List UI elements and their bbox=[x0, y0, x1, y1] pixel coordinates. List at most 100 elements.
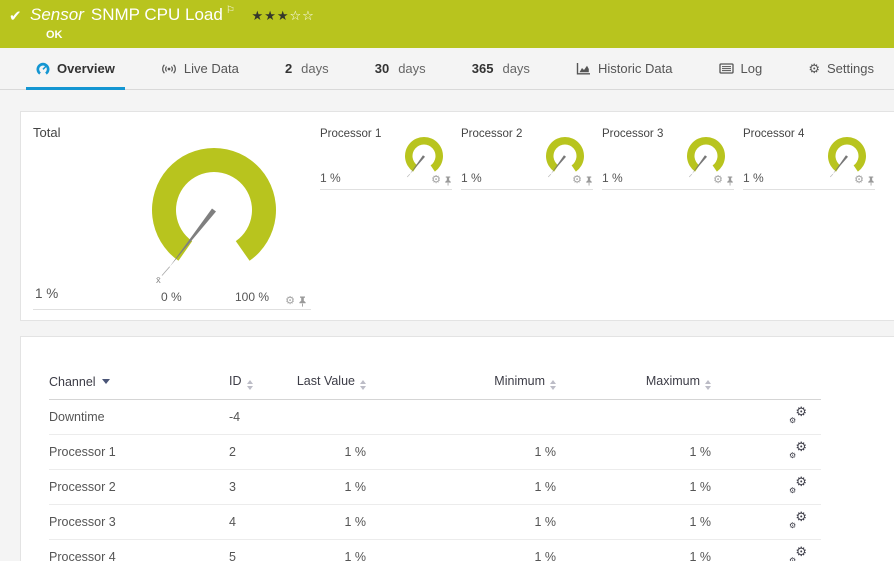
tab-365-days[interactable]: 365 days bbox=[462, 48, 540, 89]
tab-settings[interactable]: ⚙ Settings bbox=[798, 48, 884, 89]
processor-4-gauge bbox=[821, 129, 873, 181]
channel-last-value: 1 % bbox=[291, 435, 366, 470]
channel-maximum: 1 % bbox=[556, 540, 711, 561]
tab-live-data[interactable]: Live Data bbox=[151, 48, 249, 89]
channel-name: Downtime bbox=[49, 400, 229, 435]
gauge-min-label: 0 % bbox=[161, 290, 182, 304]
pin-icon[interactable] bbox=[298, 296, 307, 307]
channel-maximum: 1 % bbox=[556, 505, 711, 540]
gauge-icon bbox=[36, 62, 50, 76]
channel-gear-icon[interactable]: ⚙ bbox=[854, 175, 864, 186]
total-gauge: x̄ bbox=[129, 122, 299, 292]
pin-icon[interactable] bbox=[585, 176, 593, 186]
column-header-maximum[interactable]: Maximum bbox=[556, 369, 711, 400]
channel-maximum: 1 % bbox=[556, 435, 711, 470]
processor-3-value: 1 % bbox=[602, 171, 623, 185]
sensor-header: ✔ SensorSNMP CPU Load⚐ ★★★☆☆ OK bbox=[0, 0, 894, 48]
total-gauge-label: Total bbox=[33, 122, 60, 140]
channel-gear-icon[interactable]: ⚙ bbox=[431, 175, 441, 186]
log-list-icon bbox=[719, 62, 734, 75]
channel-name: Processor 1 bbox=[49, 435, 229, 470]
total-value: 1 % bbox=[35, 286, 58, 301]
channel-gear-icon[interactable]: ⚙ bbox=[713, 175, 723, 186]
gear-icon: ⚙ bbox=[808, 61, 820, 77]
processor-2-label: Processor 2 bbox=[461, 126, 522, 140]
tab-2-days[interactable]: 2 days bbox=[275, 48, 339, 89]
processor-1-gauge-panel: Processor 1 1 % ⚙ bbox=[320, 124, 452, 190]
stars-empty[interactable]: ☆☆ bbox=[290, 8, 315, 23]
table-row: Processor 1 2 1 % 1 % 1 % ⚙⚙ bbox=[49, 435, 821, 470]
channel-maximum bbox=[556, 400, 711, 435]
status-badge: OK bbox=[46, 29, 63, 41]
tab-overview[interactable]: Overview bbox=[26, 48, 125, 89]
channel-gear-icon[interactable]: ⚙ bbox=[285, 296, 295, 307]
channel-settings-icon[interactable]: ⚙⚙ bbox=[789, 512, 807, 529]
sort-desc-icon bbox=[102, 379, 110, 384]
channel-minimum bbox=[366, 400, 556, 435]
processor-4-value: 1 % bbox=[743, 171, 764, 185]
sort-icon bbox=[705, 380, 711, 390]
stars-filled[interactable]: ★★★ bbox=[252, 8, 290, 23]
channel-name: Processor 3 bbox=[49, 505, 229, 540]
column-header-last-value[interactable]: Last Value bbox=[291, 369, 366, 400]
channel-settings-icon[interactable]: ⚙⚙ bbox=[789, 547, 807, 561]
channel-settings-icon[interactable]: ⚙⚙ bbox=[789, 477, 807, 494]
ok-check-icon: ✔ bbox=[9, 7, 22, 25]
sensor-type-label: Sensor bbox=[30, 5, 84, 24]
channel-minimum: 1 % bbox=[366, 470, 556, 505]
channel-minimum: 1 % bbox=[366, 540, 556, 561]
table-row: Downtime -4 ⚙⚙ bbox=[49, 400, 821, 435]
processor-3-gauge-panel: Processor 3 1 % ⚙ bbox=[602, 124, 734, 190]
channel-last-value: 1 % bbox=[291, 540, 366, 561]
pin-icon[interactable] bbox=[726, 176, 734, 186]
pin-icon[interactable] bbox=[444, 176, 452, 186]
gauge-max-label: 100 % bbox=[235, 290, 269, 304]
sort-icon bbox=[247, 380, 253, 390]
sensor-title: SensorSNMP CPU Load⚐ ★★★☆☆ bbox=[30, 5, 315, 25]
tab-30-days[interactable]: 30 days bbox=[365, 48, 436, 89]
table-header-row: Channel ID Last Value Minimum Maximum bbox=[49, 369, 821, 400]
channel-maximum: 1 % bbox=[556, 470, 711, 505]
sort-icon bbox=[360, 380, 366, 390]
channel-settings-icon[interactable]: ⚙⚙ bbox=[789, 442, 807, 459]
priority-stars[interactable]: ★★★☆☆ bbox=[252, 8, 315, 23]
processor-3-label: Processor 3 bbox=[602, 126, 663, 140]
table-row: Processor 3 4 1 % 1 % 1 % ⚙⚙ bbox=[49, 505, 821, 540]
column-header-minimum[interactable]: Minimum bbox=[366, 369, 556, 400]
channel-last-value: 1 % bbox=[291, 470, 366, 505]
channel-name: Processor 2 bbox=[49, 470, 229, 505]
processor-1-gauge bbox=[398, 129, 450, 181]
channels-table: Channel ID Last Value Minimum Maximum Do… bbox=[49, 369, 821, 561]
processor-4-label: Processor 4 bbox=[743, 126, 804, 140]
total-gauge-panel: Total x̄ 0 % 100 % 1 % ⚙ bbox=[33, 122, 311, 310]
processor-2-gauge bbox=[539, 129, 591, 181]
tab-historic-data[interactable]: Historic Data bbox=[566, 48, 682, 89]
channel-id: 5 bbox=[229, 540, 291, 561]
channel-name: Processor 4 bbox=[49, 540, 229, 561]
channel-id: -4 bbox=[229, 400, 291, 435]
processor-1-label: Processor 1 bbox=[320, 126, 381, 140]
channel-settings-icon[interactable]: ⚙⚙ bbox=[789, 407, 807, 424]
processor-4-gauge-panel: Processor 4 1 % ⚙ bbox=[743, 124, 875, 190]
channel-minimum: 1 % bbox=[366, 505, 556, 540]
channel-id: 3 bbox=[229, 470, 291, 505]
pin-icon[interactable] bbox=[867, 176, 875, 186]
processor-2-value: 1 % bbox=[461, 171, 482, 185]
channel-last-value: 1 % bbox=[291, 505, 366, 540]
chart-icon bbox=[576, 62, 591, 76]
tab-bar: Overview Live Data 2 days 30 days 365 da… bbox=[0, 48, 894, 90]
tab-log[interactable]: Log bbox=[709, 48, 773, 89]
column-header-actions bbox=[711, 369, 821, 400]
sort-icon bbox=[550, 380, 556, 390]
channel-gear-icon[interactable]: ⚙ bbox=[572, 175, 582, 186]
processor-2-gauge-panel: Processor 2 1 % ⚙ bbox=[461, 124, 593, 190]
column-header-id[interactable]: ID bbox=[229, 369, 291, 400]
table-row: Processor 4 5 1 % 1 % 1 % ⚙⚙ bbox=[49, 540, 821, 561]
flag-icon[interactable]: ⚐ bbox=[226, 5, 235, 16]
processor-3-gauge bbox=[680, 129, 732, 181]
channel-id: 2 bbox=[229, 435, 291, 470]
column-header-channel[interactable]: Channel bbox=[49, 369, 229, 400]
average-marker: x̄ bbox=[156, 275, 161, 286]
live-signal-icon bbox=[161, 62, 177, 76]
gauges-panel: Total x̄ 0 % 100 % 1 % ⚙ Processor 1 1 %… bbox=[20, 111, 894, 321]
